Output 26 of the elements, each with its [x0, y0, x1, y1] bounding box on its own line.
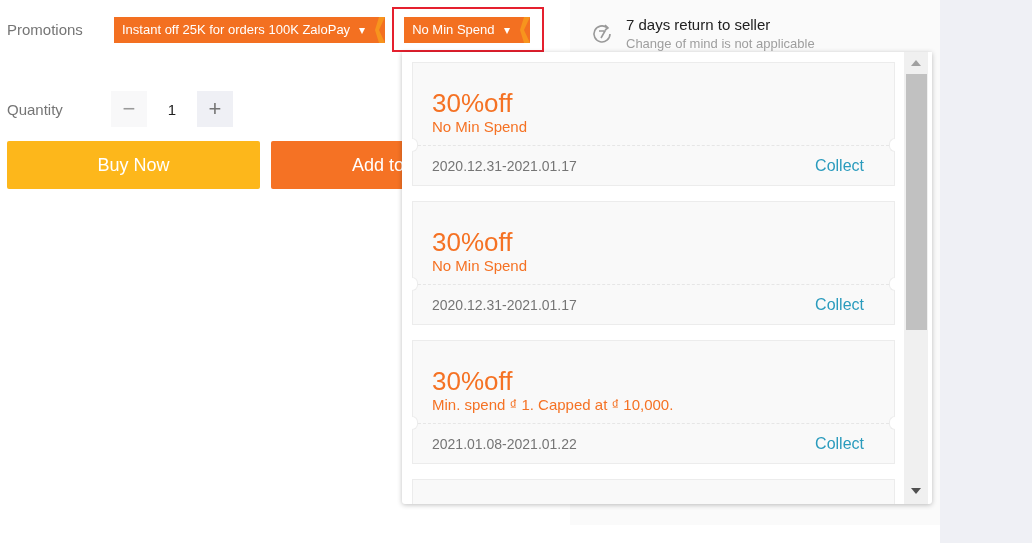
return-icon — [590, 22, 614, 46]
scrollbar[interactable] — [904, 52, 928, 504]
discount-text: 30%off — [432, 366, 514, 396]
scroll-up-icon[interactable] — [911, 60, 921, 66]
collect-link[interactable]: Collect — [815, 296, 864, 314]
validity-dates: 2021.01.08-2021.01.22 — [432, 436, 577, 452]
coupon-condition: No Min Spend — [432, 118, 529, 135]
ribbon-edge-icon — [373, 16, 386, 43]
promotions-label: Promotions — [7, 21, 84, 38]
warranty-subtitle: Change of mind is not applicable — [626, 36, 815, 51]
promotion-tag[interactable]: Instant off 25K for orders 100K ZaloPay ▾ — [114, 16, 386, 43]
coupon-condition: Min. spend ₫ 1. Capped at ₫ 10,000. — [432, 396, 675, 413]
scroll-down-icon[interactable] — [911, 488, 921, 494]
discount-text: 30%off — [432, 88, 514, 118]
validity-dates: 2020.12.31-2021.01.17 — [432, 297, 577, 313]
discount-text: 30%off — [432, 227, 514, 257]
quantity-value: 1 — [166, 100, 178, 118]
ribbon-edge-icon — [517, 16, 530, 43]
collect-link[interactable]: Collect — [815, 435, 864, 453]
coupon-condition: No Min Spend — [432, 257, 529, 274]
warranty-title: 7 days return to seller — [626, 16, 772, 33]
promotion-tag[interactable]: No Min Spend ▾ — [404, 16, 530, 43]
quantity-label: Quantity — [7, 100, 64, 118]
increase-button[interactable]: + — [197, 91, 233, 127]
collect-link[interactable]: Collect — [815, 157, 864, 175]
buy-now-button[interactable]: Buy Now — [7, 141, 260, 189]
